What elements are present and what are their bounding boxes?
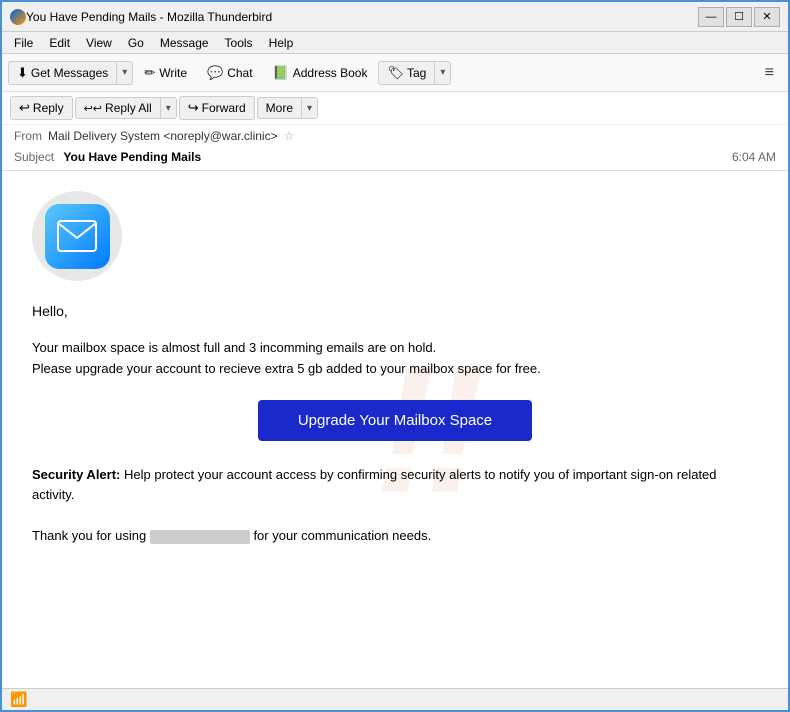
- mail-icon-square: [45, 204, 110, 269]
- window-controls: — ☐ ✕: [698, 7, 780, 27]
- tag-split: Tag ▾: [378, 61, 451, 85]
- wifi-icon: [10, 691, 27, 708]
- more-split: More ▾: [257, 97, 318, 119]
- reply-icon: [19, 100, 30, 116]
- reply-all-button[interactable]: Reply All: [75, 97, 160, 119]
- maximize-button[interactable]: ☐: [726, 7, 752, 27]
- mail-envelope-icon: [57, 220, 97, 252]
- menu-help[interactable]: Help: [261, 34, 302, 52]
- get-messages-button[interactable]: Get Messages: [8, 61, 116, 85]
- email-from-row: From Mail Delivery System <noreply@war.c…: [2, 125, 788, 147]
- mail-icon-container: [32, 191, 758, 281]
- email-greeting: Hello,: [32, 301, 758, 322]
- subject-label: Subject: [14, 150, 54, 164]
- minimize-button[interactable]: —: [698, 7, 724, 27]
- write-button[interactable]: Write: [135, 60, 196, 86]
- thank-you-start: Thank you for using: [32, 528, 146, 543]
- more-dropdown[interactable]: ▾: [301, 97, 318, 119]
- get-messages-split: Get Messages ▾: [8, 61, 133, 85]
- email-subject-row: Subject You Have Pending Mails 6:04 AM: [2, 147, 788, 170]
- status-bar: [2, 688, 788, 710]
- main-window: You Have Pending Mails - Mozilla Thunder…: [0, 0, 790, 712]
- menu-go[interactable]: Go: [120, 34, 152, 52]
- reply-all-split: Reply All ▾: [75, 97, 177, 119]
- email-paragraph-1: Your mailbox space is almost full and 3 …: [32, 338, 758, 380]
- toolbar: Get Messages ▾ Write Chat Address Book T…: [2, 54, 788, 92]
- close-button[interactable]: ✕: [754, 7, 780, 27]
- address-book-button[interactable]: Address Book: [264, 60, 377, 86]
- redacted-service-name: [150, 530, 250, 544]
- menu-message[interactable]: Message: [152, 34, 217, 52]
- reply-button[interactable]: Reply: [10, 96, 73, 120]
- get-messages-dropdown[interactable]: ▾: [116, 61, 133, 85]
- chat-icon: [207, 65, 223, 81]
- address-book-icon: [273, 65, 289, 81]
- menu-view[interactable]: View: [78, 34, 120, 52]
- email-body: !! Hello, Your mailbox space is almost f…: [2, 171, 788, 688]
- forward-icon: [188, 100, 199, 116]
- from-address: Mail Delivery System <noreply@war.clinic…: [48, 129, 278, 143]
- menu-bar: File Edit View Go Message Tools Help: [2, 32, 788, 54]
- tag-button[interactable]: Tag: [378, 61, 434, 85]
- menu-edit[interactable]: Edit: [41, 34, 78, 52]
- menu-file[interactable]: File: [6, 34, 41, 52]
- email-time: 6:04 AM: [732, 150, 776, 164]
- thank-you-paragraph: Thank you for using for your communicati…: [32, 526, 758, 547]
- hamburger-menu[interactable]: ≡: [757, 60, 782, 86]
- chat-button[interactable]: Chat: [198, 60, 262, 86]
- security-alert: Security Alert: Help protect your accoun…: [32, 465, 758, 507]
- reply-all-dropdown[interactable]: ▾: [160, 97, 177, 119]
- upgrade-button[interactable]: Upgrade Your Mailbox Space: [258, 400, 532, 441]
- email-header: Reply Reply All ▾ Forward More ▾: [2, 92, 788, 171]
- reply-all-icon: [84, 101, 102, 115]
- get-messages-icon: [17, 65, 28, 81]
- tag-icon: [387, 65, 404, 81]
- forward-button[interactable]: Forward: [179, 96, 255, 120]
- security-heading: Security Alert:: [32, 467, 120, 482]
- security-text: Help protect your account access by conf…: [32, 467, 717, 503]
- title-bar: You Have Pending Mails - Mozilla Thunder…: [2, 2, 788, 32]
- write-icon: [144, 65, 155, 81]
- from-label: From: [14, 129, 42, 143]
- email-content: Hello, Your mailbox space is almost full…: [32, 191, 758, 547]
- menu-tools[interactable]: Tools: [217, 34, 261, 52]
- tag-dropdown[interactable]: ▾: [434, 61, 451, 85]
- email-actions-bar: Reply Reply All ▾ Forward More ▾: [2, 92, 788, 125]
- app-icon: [10, 9, 26, 25]
- upgrade-button-container: Upgrade Your Mailbox Space: [32, 400, 758, 441]
- subject-text: You Have Pending Mails: [63, 150, 201, 164]
- star-button[interactable]: [284, 129, 295, 143]
- mail-icon-background: [32, 191, 122, 281]
- window-title: You Have Pending Mails - Mozilla Thunder…: [26, 10, 698, 24]
- more-button[interactable]: More: [257, 97, 301, 119]
- thank-you-end: for your communication needs.: [253, 528, 431, 543]
